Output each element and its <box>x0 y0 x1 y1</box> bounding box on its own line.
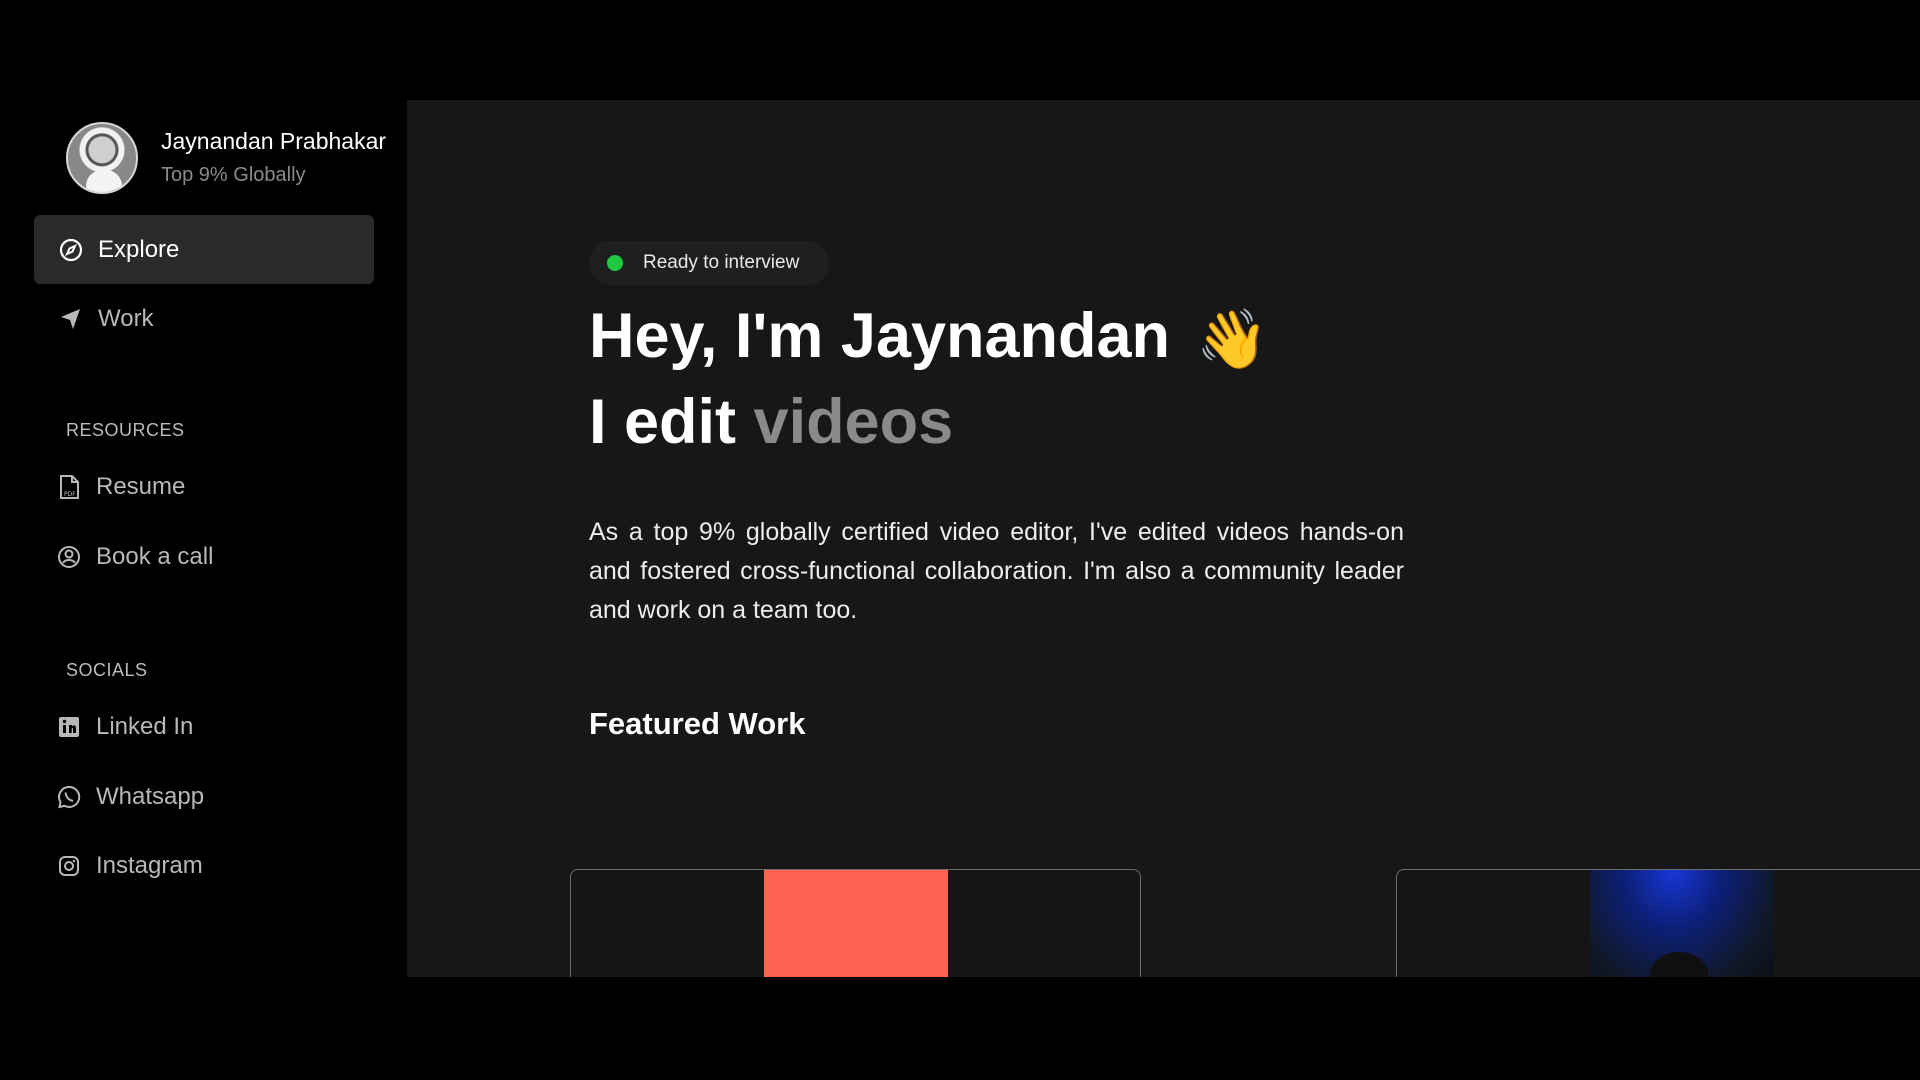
greeting-line: Hey, I'm Jaynandan 👋 <box>589 295 1268 381</box>
profile-summary[interactable]: Jaynandan Prabhakar Top 9% Globally <box>66 122 386 194</box>
sidebar-item-linkedin[interactable]: Linked In <box>56 713 193 741</box>
sidebar-item-whatsapp[interactable]: Whatsapp <box>56 783 204 811</box>
edit-word: videos <box>753 387 954 457</box>
linkedin-icon <box>56 714 82 740</box>
sidebar-item-label: Whatsapp <box>96 783 205 810</box>
greeting-text: Hey, I'm Jaynandan <box>589 301 1171 371</box>
hero-heading: Hey, I'm Jaynandan 👋 I edit videos <box>589 295 1268 463</box>
online-status-dot <box>607 255 623 271</box>
pdf-file-icon: PDF <box>56 474 82 500</box>
sidebar-item-explore[interactable]: Explore <box>34 215 374 284</box>
status-badge: Ready to interview <box>589 241 830 285</box>
sidebar-item-label: Book a call <box>96 543 214 570</box>
sidebar-item-label: Linked In <box>96 713 194 740</box>
edit-line: I edit videos <box>589 381 1268 463</box>
featured-work-card[interactable] <box>570 869 1141 977</box>
send-arrow-icon <box>58 306 84 332</box>
sidebar-item-label: Instagram <box>96 852 203 879</box>
instagram-icon <box>56 853 82 879</box>
waving-hand-icon: 👋 <box>1196 307 1269 372</box>
sidebar: Jaynandan Prabhakar Top 9% Globally Expl… <box>0 100 407 977</box>
resources-heading: RESOURCES <box>66 420 185 440</box>
user-circle-icon <box>56 544 82 570</box>
featured-work-title: Featured Work <box>589 706 806 741</box>
portfolio-window: Jaynandan Prabhakar Top 9% Globally Expl… <box>0 100 1920 977</box>
main-content: Ready to interview Hey, I'm Jaynandan 👋 I… <box>407 100 1920 977</box>
avatar <box>66 122 138 194</box>
sidebar-item-book-call[interactable]: Book a call <box>56 543 213 571</box>
video-thumbnail <box>764 870 948 977</box>
sidebar-item-label: Explore <box>98 235 180 263</box>
sidebar-item-label: Work <box>98 304 154 332</box>
sidebar-item-work[interactable]: Work <box>34 284 374 353</box>
profile-subtitle: Top 9% Globally <box>161 164 306 186</box>
featured-work-card[interactable] <box>1396 869 1920 977</box>
bio-paragraph: As a top 9% globally certified video edi… <box>589 518 1404 624</box>
svg-text:PDF: PDF <box>64 491 76 498</box>
sidebar-item-label: Resume <box>96 473 186 500</box>
profile-text: Jaynandan Prabhakar Top 9% Globally <box>161 127 386 189</box>
edit-prefix: I edit <box>589 387 737 457</box>
compass-icon <box>58 237 84 263</box>
status-text: Ready to interview <box>643 252 800 273</box>
video-thumbnail <box>1590 870 1774 977</box>
socials-heading: SOCIALS <box>66 660 148 680</box>
sidebar-item-resume[interactable]: PDF Resume <box>56 473 185 501</box>
sidebar-item-instagram[interactable]: Instagram <box>56 852 203 880</box>
whatsapp-icon <box>56 784 82 810</box>
profile-name: Jaynandan Prabhakar <box>161 128 387 154</box>
